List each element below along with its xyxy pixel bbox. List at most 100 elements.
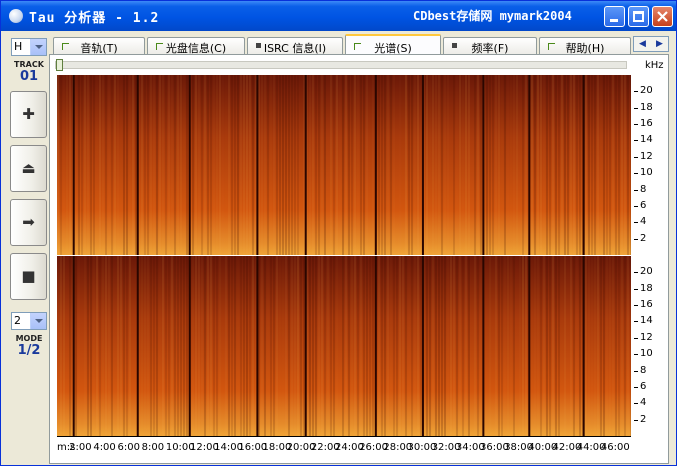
texture-streak (177, 75, 179, 255)
texture-streak (516, 75, 518, 255)
texture-streak (420, 75, 422, 255)
texture-streak (555, 256, 557, 436)
texture-streak (477, 256, 479, 436)
tab-tracks[interactable]: 音轨(T) (53, 37, 145, 55)
tab-help[interactable]: 帮助(H) (539, 37, 631, 55)
chevron-left-icon[interactable]: ◀ (634, 37, 651, 51)
spectrogram[interactable] (57, 75, 631, 436)
texture-streak (207, 75, 209, 255)
texture-streak (405, 256, 407, 436)
texture-streak (108, 75, 110, 255)
texture-streak (162, 256, 164, 436)
texture-streak (588, 75, 590, 255)
track-boundary (188, 256, 191, 436)
slider-thumb[interactable] (56, 59, 63, 71)
texture-streak (273, 256, 275, 436)
chevron-down-icon[interactable] (30, 313, 46, 329)
texture-streak (495, 256, 497, 436)
texture-streak (441, 75, 443, 255)
texture-streak (543, 256, 545, 436)
y-tick-label: 4 (640, 216, 647, 228)
tab-isrc-info[interactable]: ISRC 信息(I) (247, 37, 343, 55)
texture-streak (129, 75, 131, 255)
next-button[interactable]: ➡ (10, 199, 47, 246)
texture-streak (333, 75, 335, 255)
tab-scroll[interactable]: ◀ ▶ (633, 36, 669, 52)
texture-streak (147, 256, 149, 436)
maximize-button[interactable] (628, 6, 649, 27)
chevron-down-icon[interactable] (30, 39, 46, 55)
texture-streak (141, 256, 143, 436)
x-axis-line (57, 436, 631, 437)
texture-streak (354, 75, 356, 255)
add-button[interactable]: ✚ (10, 91, 47, 138)
texture-streak (249, 75, 251, 255)
track-boundary (528, 75, 531, 255)
mode-select[interactable]: 2 (11, 312, 47, 330)
texture-streak (291, 256, 293, 436)
texture-streak (111, 75, 113, 255)
texture-streak (273, 75, 275, 255)
texture-streak (276, 256, 278, 436)
y-tick-label: 16 (640, 299, 653, 311)
texture-streak (300, 75, 302, 255)
texture-streak (348, 75, 350, 255)
y-tick-label: 8 (640, 183, 647, 195)
texture-streak (591, 256, 593, 436)
texture-streak (567, 256, 569, 436)
mode-value: 1/2 (17, 343, 41, 358)
texture-streak (513, 75, 515, 255)
texture-streak (384, 75, 386, 255)
texture-streak (519, 75, 521, 255)
texture-streak (381, 256, 383, 436)
texture-streak (297, 256, 299, 436)
chevron-right-icon[interactable]: ▶ (651, 37, 668, 51)
texture-streak (105, 75, 107, 255)
minimize-button[interactable] (604, 6, 625, 27)
texture-streak (501, 256, 503, 436)
tab-spectrum[interactable]: 光谱(S) (345, 34, 441, 56)
texture-streak (69, 256, 71, 436)
app-icon[interactable] (9, 9, 23, 23)
texture-streak (432, 256, 434, 436)
texture-streak (282, 75, 284, 255)
texture-streak (150, 256, 152, 436)
texture-streak (465, 256, 467, 436)
texture-streak (114, 256, 116, 436)
track-boundary (582, 75, 585, 255)
texture-streak (111, 256, 113, 436)
texture-streak (465, 75, 467, 255)
texture-streak (234, 75, 236, 255)
close-button[interactable] (652, 6, 673, 27)
texture-streak (579, 256, 581, 436)
texture-streak (120, 256, 122, 436)
texture-streak (315, 75, 317, 255)
texture-streak (126, 256, 128, 436)
texture-streak (285, 75, 287, 255)
texture-streak (213, 256, 215, 436)
y-tick-mark (634, 140, 638, 142)
texture-streak (579, 75, 581, 255)
eject-button[interactable]: ⏏ (10, 145, 47, 192)
texture-streak (264, 256, 266, 436)
texture-streak (339, 75, 341, 255)
texture-streak (162, 75, 164, 255)
texture-streak (510, 75, 512, 255)
y-tick-mark (634, 173, 638, 175)
texture-streak (627, 75, 629, 255)
tab-frequency[interactable]: 频率(F) (443, 37, 537, 55)
title-bar[interactable]: Tau 分析器 - 1.2 CDbest存储网 mymark2004 (1, 1, 676, 31)
texture-streak (480, 75, 482, 255)
tab-disc-info[interactable]: 光盘信息(C) (147, 37, 245, 55)
texture-streak (117, 75, 119, 255)
y-tick-mark (634, 386, 638, 388)
texture-streak (171, 75, 173, 255)
texture-streak (393, 256, 395, 436)
channel-select[interactable]: H (11, 38, 47, 56)
texture-streak (219, 256, 221, 436)
position-slider[interactable] (55, 59, 627, 71)
texture-streak (186, 256, 188, 436)
texture-streak (555, 75, 557, 255)
texture-streak (126, 75, 128, 255)
stop-button[interactable]: ■ (10, 253, 47, 300)
